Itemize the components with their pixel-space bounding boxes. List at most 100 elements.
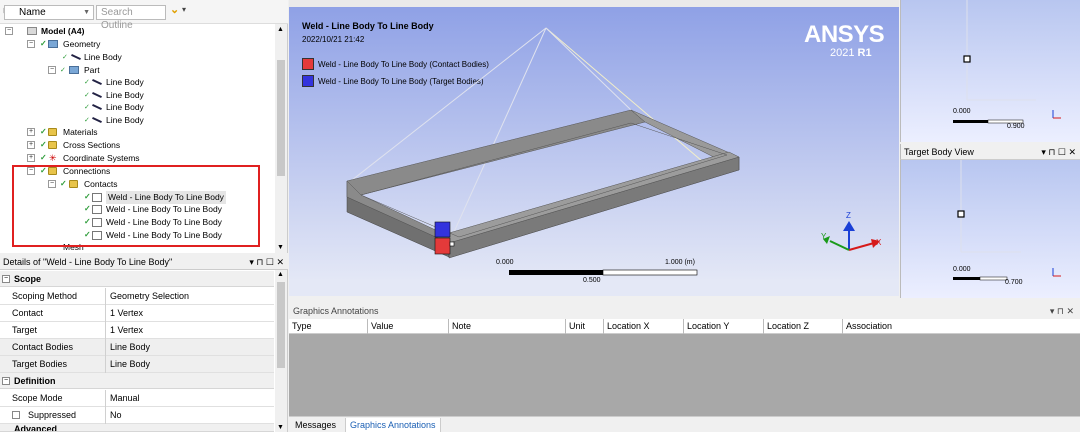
prop-row[interactable]: Target Bodies Line Body [0,356,274,373]
details-title: Details of "Weld - Line Body To Line Bod… [3,257,173,267]
model-canvas[interactable] [289,7,899,296]
prop-row[interactable]: Target 1 Vertex [0,322,274,339]
column-header[interactable]: Note [448,319,471,334]
tree-item-part[interactable]: − ✓ Part [0,64,260,77]
column-header[interactable]: Location X [603,319,650,334]
suppressed-checkbox[interactable] [12,411,20,419]
frame-beam-front-top [448,151,740,244]
prop-value[interactable]: 1 Vertex [110,322,143,339]
prop-row[interactable]: Contact 1 Vertex [0,305,274,322]
tab-graphics-annotations[interactable]: Graphics Annotations [345,418,441,432]
line-body-icon [92,103,102,111]
scrollbar-thumb[interactable] [277,60,285,176]
group-definition[interactable]: − Definition [0,373,274,389]
column-header[interactable]: Association [842,319,892,334]
prop-value[interactable]: No [110,407,122,424]
scrollbar-thumb[interactable] [277,282,285,368]
scroll-down-icon[interactable]: ▼ [277,244,284,251]
prop-key: Suppressed [28,407,106,424]
column-header[interactable]: Location Y [683,319,729,334]
expand-icon[interactable]: + [27,128,35,136]
scale-start-label: 0.000 [953,108,971,115]
expand-chevron-icon[interactable]: ⌄ [170,3,179,16]
tree-item-line-body[interactable]: ✓ Line Body [0,51,260,64]
panel-controls[interactable]: ▾ ⊓ ✕ [1050,304,1074,319]
target-body-marker[interactable] [434,221,451,238]
annotations-title: Graphics Annotations [293,306,379,316]
collapse-icon[interactable]: − [2,377,10,385]
graphics-toolbar[interactable] [289,0,899,7]
frame-beam-left [346,196,450,258]
construction-line [545,27,632,111]
name-selector[interactable]: Name ▼ [4,5,94,20]
tree-scrollbar[interactable]: ▲ ▼ [275,24,287,253]
tab-messages[interactable]: Messages [291,418,340,432]
frame-beam-back [346,109,646,196]
graphics-annotations-panel: Graphics Annotations ▾ ⊓ ✕ Type Value No… [289,304,1080,416]
tree-item-line-body[interactable]: ✓ Line Body [0,89,260,102]
axis-z-arrow [843,221,855,231]
prop-value[interactable]: Geometry Selection [110,288,189,305]
prop-value[interactable]: 1 Vertex [110,305,143,322]
column-header[interactable]: Type [289,319,312,334]
group-scope[interactable]: − Scope [0,271,274,287]
tree-item-materials[interactable]: + ✓ Materials [0,126,260,139]
graphics-viewport[interactable]: Weld - Line Body To Line Body 2022/10/21… [289,7,899,296]
column-header[interactable]: Value [367,319,393,334]
prop-row[interactable]: Contact Bodies Line Body [0,339,274,356]
check-icon: ✓ [84,79,90,86]
tree-label: Cross Sections [63,140,121,150]
details-scrollbar[interactable]: ▲ ▼ [275,270,287,432]
collapse-icon[interactable]: − [5,27,13,35]
column-header[interactable]: Location Z [763,319,809,334]
scroll-up-icon[interactable]: ▲ [277,26,284,33]
contact-view-canvas [953,0,1061,124]
tree-item-coordinate-systems[interactable]: + ✓ ✳ Coordinate Systems [0,152,260,165]
check-icon: ✓ [62,54,68,61]
tree-item-line-body[interactable]: ✓ Line Body [0,101,260,114]
expand-icon[interactable]: + [27,141,35,149]
group-label: Definition [14,376,56,386]
column-header[interactable]: Unit [565,319,585,334]
bottom-tab-bar: Messages Graphics Annotations [289,416,1080,432]
line-body-icon [71,53,81,61]
tree-item-geometry[interactable]: − ✓ Geometry [0,38,260,51]
prop-value: Line Body [110,342,151,352]
search-outline-input[interactable]: Search Outline [96,5,166,31]
target-body-view[interactable]: 0.000 0.700 [900,160,1080,298]
contact-body-view[interactable]: 0.000 0.900 [900,0,1080,142]
collapse-icon[interactable]: − [27,40,35,48]
scale-start-label: 0.000 [953,266,971,273]
panel-controls[interactable]: ▾ ⊓ ☐ ✕ [1041,144,1076,160]
tree-item-line-body[interactable]: ✓ Line Body [0,114,260,127]
scroll-down-icon[interactable]: ▼ [277,424,284,431]
tree-label: Coordinate Systems [63,153,140,163]
tree-label: Line Body [106,115,144,125]
panel-controls[interactable]: ▾ ⊓ ☐ ✕ [249,254,284,270]
target-view-canvas [953,160,1061,281]
tree-item-line-body[interactable]: ✓ Line Body [0,76,260,89]
tree-label: Geometry [63,39,101,49]
axis-y-line [829,240,850,251]
group-advanced[interactable]: Advanced [0,424,274,432]
tree-item-cross-sections[interactable]: + ✓ Cross Sections [0,139,260,152]
expand-icon[interactable]: + [27,154,35,162]
check-icon: ✓ [40,140,47,149]
tree-item-model[interactable]: − Model (A4) [0,25,260,38]
line-body-icon [92,116,102,124]
collapse-icon[interactable]: − [48,66,56,74]
scroll-up-icon[interactable]: ▲ [277,271,284,278]
contact-body-marker[interactable] [434,237,451,255]
collapse-icon[interactable]: − [2,275,10,283]
prop-key: Contact Bodies [12,339,106,356]
prop-row[interactable]: Scoping Method Geometry Selection [0,288,274,305]
axis-x-line [848,242,875,251]
vertex-marker [957,210,965,218]
line-body-icon [92,78,102,86]
prop-row[interactable]: Suppressed No [0,407,274,424]
prop-value[interactable]: Manual [110,390,140,407]
dropdown-icon[interactable]: ▾ [182,5,186,14]
axis-z-label: Z [846,211,851,220]
prop-row[interactable]: Scope Mode Manual [0,390,274,407]
tree-label: Materials [63,127,98,137]
